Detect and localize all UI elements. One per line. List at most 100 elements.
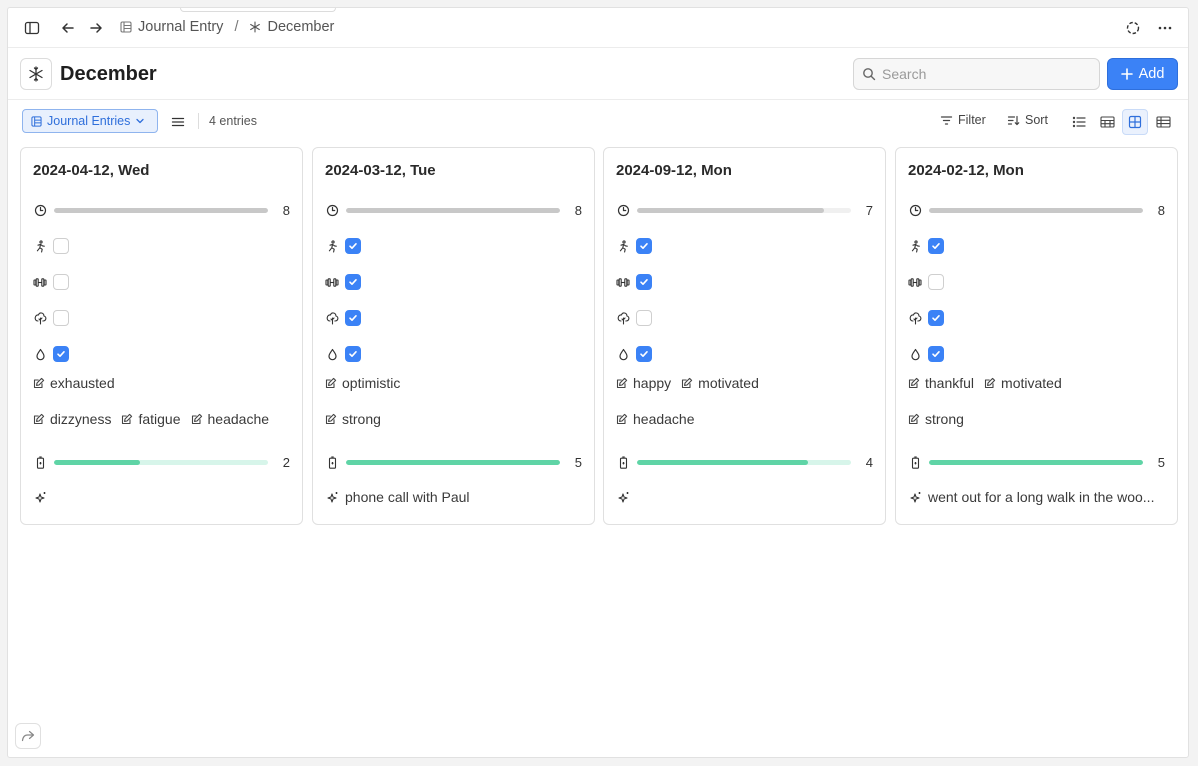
mood-tag[interactable]: exhausted	[33, 375, 115, 391]
habit-row	[325, 344, 582, 364]
filter-label: Filter	[958, 113, 986, 127]
edit-icon	[984, 377, 996, 389]
more-options-icon[interactable]	[1152, 15, 1178, 41]
back-arrow-icon[interactable]	[55, 15, 81, 41]
forward-arrow-icon[interactable]	[83, 15, 109, 41]
symptom-tag[interactable]: headache	[616, 411, 695, 427]
habit-checkbox[interactable]	[928, 274, 944, 290]
symptom-tag-label: strong	[925, 411, 964, 427]
symptom-row: dizzyness fatigue headache	[33, 409, 290, 429]
habit-checkbox[interactable]	[928, 346, 944, 362]
edit-icon	[616, 377, 628, 389]
meditation-tree-icon	[908, 311, 922, 325]
journal-entry-card[interactable]: 2024-09-12, Mon 7 happy motivated headac…	[603, 147, 886, 525]
mood-row: happy motivated	[616, 373, 873, 393]
sleep-value: 8	[282, 202, 290, 218]
breadcrumb-current[interactable]: December	[267, 19, 334, 35]
share-icon[interactable]	[15, 723, 41, 749]
mood-tag-label: exhausted	[50, 375, 115, 391]
sidebar-toggle-icon[interactable]	[19, 15, 45, 41]
habit-checkbox[interactable]	[53, 274, 69, 290]
text-lines-icon[interactable]	[165, 109, 191, 135]
habit-row	[325, 272, 582, 292]
sort-label: Sort	[1025, 113, 1048, 127]
search-box[interactable]	[853, 58, 1100, 90]
energy-row: 5	[908, 452, 1165, 472]
mood-tag[interactable]: motivated	[984, 375, 1062, 391]
meditation-tree-icon	[33, 311, 47, 325]
journal-entry-card[interactable]: 2024-03-12, Tue 8 optimistic strong 5 ph…	[312, 147, 595, 525]
habit-checkbox[interactable]	[53, 310, 69, 326]
symptom-tag-label: fatigue	[138, 411, 181, 427]
strength-dumbbell-icon	[908, 275, 922, 289]
symptom-tag[interactable]: fatigue	[121, 411, 181, 427]
habit-checkbox[interactable]	[53, 346, 69, 362]
journal-entry-card[interactable]: 2024-04-12, Wed 8 exhausted dizzyness fa…	[20, 147, 303, 525]
database-icon	[120, 21, 132, 33]
habit-checkbox[interactable]	[636, 274, 652, 290]
list-view-icon[interactable]	[1066, 109, 1092, 135]
mood-tag[interactable]: thankful	[908, 375, 974, 391]
habit-checkbox[interactable]	[53, 238, 69, 254]
note-row	[33, 487, 290, 507]
symptom-tag[interactable]: strong	[325, 411, 381, 427]
sleep-row: 7	[616, 200, 873, 220]
habit-row	[33, 272, 290, 292]
edit-icon	[681, 377, 693, 389]
sleep-progress-bar	[929, 207, 1143, 213]
symptom-tag[interactable]: strong	[908, 411, 964, 427]
habit-checkbox[interactable]	[928, 238, 944, 254]
symptom-tag-label: headache	[207, 411, 270, 427]
habit-row	[908, 344, 1165, 364]
filter-button[interactable]: Filter	[940, 113, 986, 127]
breadcrumb-parent[interactable]: Journal Entry	[138, 19, 223, 35]
exercise-run-icon	[325, 239, 339, 253]
top-bar: Journal Entry / December	[8, 8, 1188, 48]
habit-checkbox[interactable]	[928, 310, 944, 326]
habit-checkbox[interactable]	[345, 238, 361, 254]
symptom-tag[interactable]: headache	[191, 411, 270, 427]
symptom-row: strong	[908, 409, 1165, 429]
mood-tag[interactable]: motivated	[681, 375, 759, 391]
habit-checkbox[interactable]	[345, 274, 361, 290]
mood-tag[interactable]: optimistic	[325, 375, 400, 391]
energy-row: 4	[616, 452, 873, 472]
habit-checkbox[interactable]	[636, 238, 652, 254]
sort-button[interactable]: Sort	[1007, 113, 1048, 127]
exercise-run-icon	[33, 239, 47, 253]
habit-row	[33, 344, 290, 364]
page-header: December Add	[8, 48, 1188, 100]
habit-checkbox[interactable]	[345, 310, 361, 326]
sleep-progress-bar	[346, 207, 560, 213]
sync-status-icon[interactable]	[1120, 15, 1146, 41]
edit-icon	[325, 377, 337, 389]
clock-icon	[616, 203, 630, 217]
board-view-icon[interactable]	[1094, 109, 1120, 135]
strength-dumbbell-icon	[325, 275, 339, 289]
table-view-icon[interactable]	[1150, 109, 1176, 135]
sleep-progress-bar	[637, 207, 851, 213]
energy-row: 5	[325, 452, 582, 472]
habit-checkbox[interactable]	[345, 346, 361, 362]
sleep-progress-bar	[54, 207, 268, 213]
hydration-drop-icon	[325, 347, 339, 361]
mood-tag-label: happy	[633, 375, 672, 391]
view-selector[interactable]: Journal Entries	[22, 109, 158, 133]
page-snowflake-icon[interactable]	[20, 58, 52, 90]
habit-checkbox[interactable]	[636, 310, 652, 326]
battery-icon	[325, 455, 339, 469]
sleep-value: 7	[865, 202, 873, 218]
symptom-tag[interactable]: dizzyness	[33, 411, 111, 427]
mood-tag[interactable]: happy	[616, 375, 671, 391]
gallery-view-icon[interactable]	[1122, 109, 1148, 135]
add-button[interactable]: Add	[1107, 58, 1178, 90]
entry-count: 4 entries	[209, 114, 257, 128]
symptom-tag-label: dizzyness	[50, 411, 112, 427]
card-date: 2024-09-12, Mon	[616, 162, 732, 179]
habit-checkbox[interactable]	[636, 346, 652, 362]
mood-tag-label: optimistic	[342, 375, 401, 391]
search-input[interactable]	[882, 66, 1082, 82]
habit-row	[325, 308, 582, 328]
symptom-row: headache	[616, 409, 873, 429]
journal-entry-card[interactable]: 2024-02-12, Mon 8 thankful motivated str…	[895, 147, 1178, 525]
